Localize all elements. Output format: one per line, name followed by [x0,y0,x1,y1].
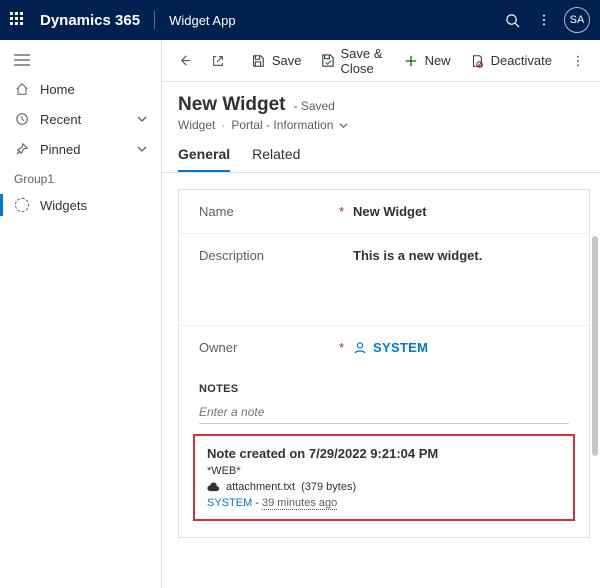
hamburger-icon[interactable] [0,46,161,74]
note-author[interactable]: SYSTEM [207,497,252,509]
notes-header: NOTES [179,369,589,399]
widgets-icon [14,197,30,213]
tab-general[interactable]: General [178,146,230,172]
app-launcher-icon[interactable] [10,12,26,28]
field-description[interactable]: Description This is a new widget. [179,233,589,325]
note-timestamp: 39 minutes ago [262,497,337,510]
sidebar-group-label: Group1 [0,164,161,190]
global-top-bar: Dynamics 365 Widget App SA [0,0,600,40]
field-value: This is a new widget. [353,248,482,263]
save-icon [250,53,266,69]
sidebar-item-pinned[interactable]: Pinned [0,134,161,164]
sidebar: Home Recent Pinned Group1 Widgets [0,40,162,588]
cmd-label: New [425,53,451,68]
page-title: New Widget [178,94,286,116]
deactivate-icon [469,53,485,69]
sidebar-item-label: Widgets [40,198,87,213]
form-tabs: General Related [162,132,600,173]
clock-icon [14,111,30,127]
save-state: - Saved [294,99,335,113]
divider [154,11,155,29]
sidebar-item-label: Home [40,82,75,97]
brand-name: Dynamics 365 [40,12,140,29]
record-header: New Widget - Saved Widget · Portal - Inf… [162,82,600,132]
search-icon[interactable] [496,0,528,40]
pin-icon [14,141,30,157]
person-icon [353,341,367,355]
tab-related[interactable]: Related [252,146,300,172]
cmd-label: Save & Close [341,46,385,76]
deactivate-button[interactable]: Deactivate [461,45,560,77]
field-label: Name [199,204,234,219]
cmd-label: Deactivate [491,53,552,68]
main-area: Save Save & Close New Deactivate [162,40,600,588]
note-input[interactable] [199,401,569,424]
more-vertical-icon[interactable] [528,0,560,40]
back-arrow-icon [176,53,192,69]
sidebar-item-label: Recent [40,112,81,127]
more-vertical-icon [570,53,586,69]
scrollbar-thumb[interactable] [592,236,598,456]
field-owner[interactable]: Owner * SYSTEM [179,325,589,369]
save-close-button[interactable]: Save & Close [312,45,393,77]
sidebar-item-home[interactable]: Home [0,74,161,104]
cmd-label: Save [272,53,302,68]
field-name[interactable]: Name * New Widget [179,190,589,233]
chevron-down-icon [137,144,147,154]
save-close-icon [320,53,335,69]
field-value: New Widget [353,204,427,219]
app-name: Widget App [169,13,236,28]
note-attachment[interactable]: attachment.txt (379 bytes) [207,481,561,493]
back-button[interactable] [168,45,200,77]
entity-name: Widget [178,118,215,132]
user-avatar[interactable]: SA [564,7,590,33]
note-input-wrap [199,401,569,424]
open-external-icon [210,53,226,69]
owner-name: SYSTEM [373,340,428,355]
plus-icon [403,53,419,69]
chevron-down-icon [137,114,147,124]
required-indicator: * [339,204,353,219]
note-item[interactable]: Note created on 7/29/2022 9:21:04 PM *WE… [193,434,575,521]
cloud-icon [207,482,220,492]
new-button[interactable]: New [395,45,459,77]
save-button[interactable]: Save [242,45,310,77]
home-icon [14,81,30,97]
required-indicator: * [339,340,353,355]
note-tag: *WEB* [207,465,561,477]
open-new-window-button[interactable] [202,45,234,77]
sidebar-item-widgets[interactable]: Widgets [0,190,161,220]
more-commands-button[interactable] [562,45,594,77]
note-title: Note created on 7/29/2022 9:21:04 PM [207,446,561,461]
attachment-name: attachment.txt [226,481,295,493]
form-selector[interactable]: Portal - Information [231,118,333,132]
field-label: Owner [199,340,237,355]
sidebar-item-label: Pinned [40,142,80,157]
attachment-size: (379 bytes) [301,481,356,493]
form-card: Name * New Widget Description This is a … [178,189,590,538]
field-label: Description [199,248,264,263]
owner-lookup[interactable]: SYSTEM [353,340,428,355]
command-bar: Save Save & Close New Deactivate [162,40,600,82]
note-meta: SYSTEM - 39 minutes ago [207,497,561,509]
sidebar-item-recent[interactable]: Recent [0,104,161,134]
chevron-down-icon[interactable] [339,121,348,130]
